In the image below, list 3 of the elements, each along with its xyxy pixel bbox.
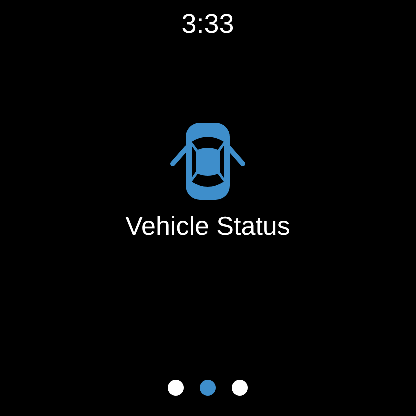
car-icon [170, 122, 246, 202]
app-title[interactable]: Vehicle Status [126, 210, 290, 242]
clock-time: 3:33 [182, 8, 234, 40]
